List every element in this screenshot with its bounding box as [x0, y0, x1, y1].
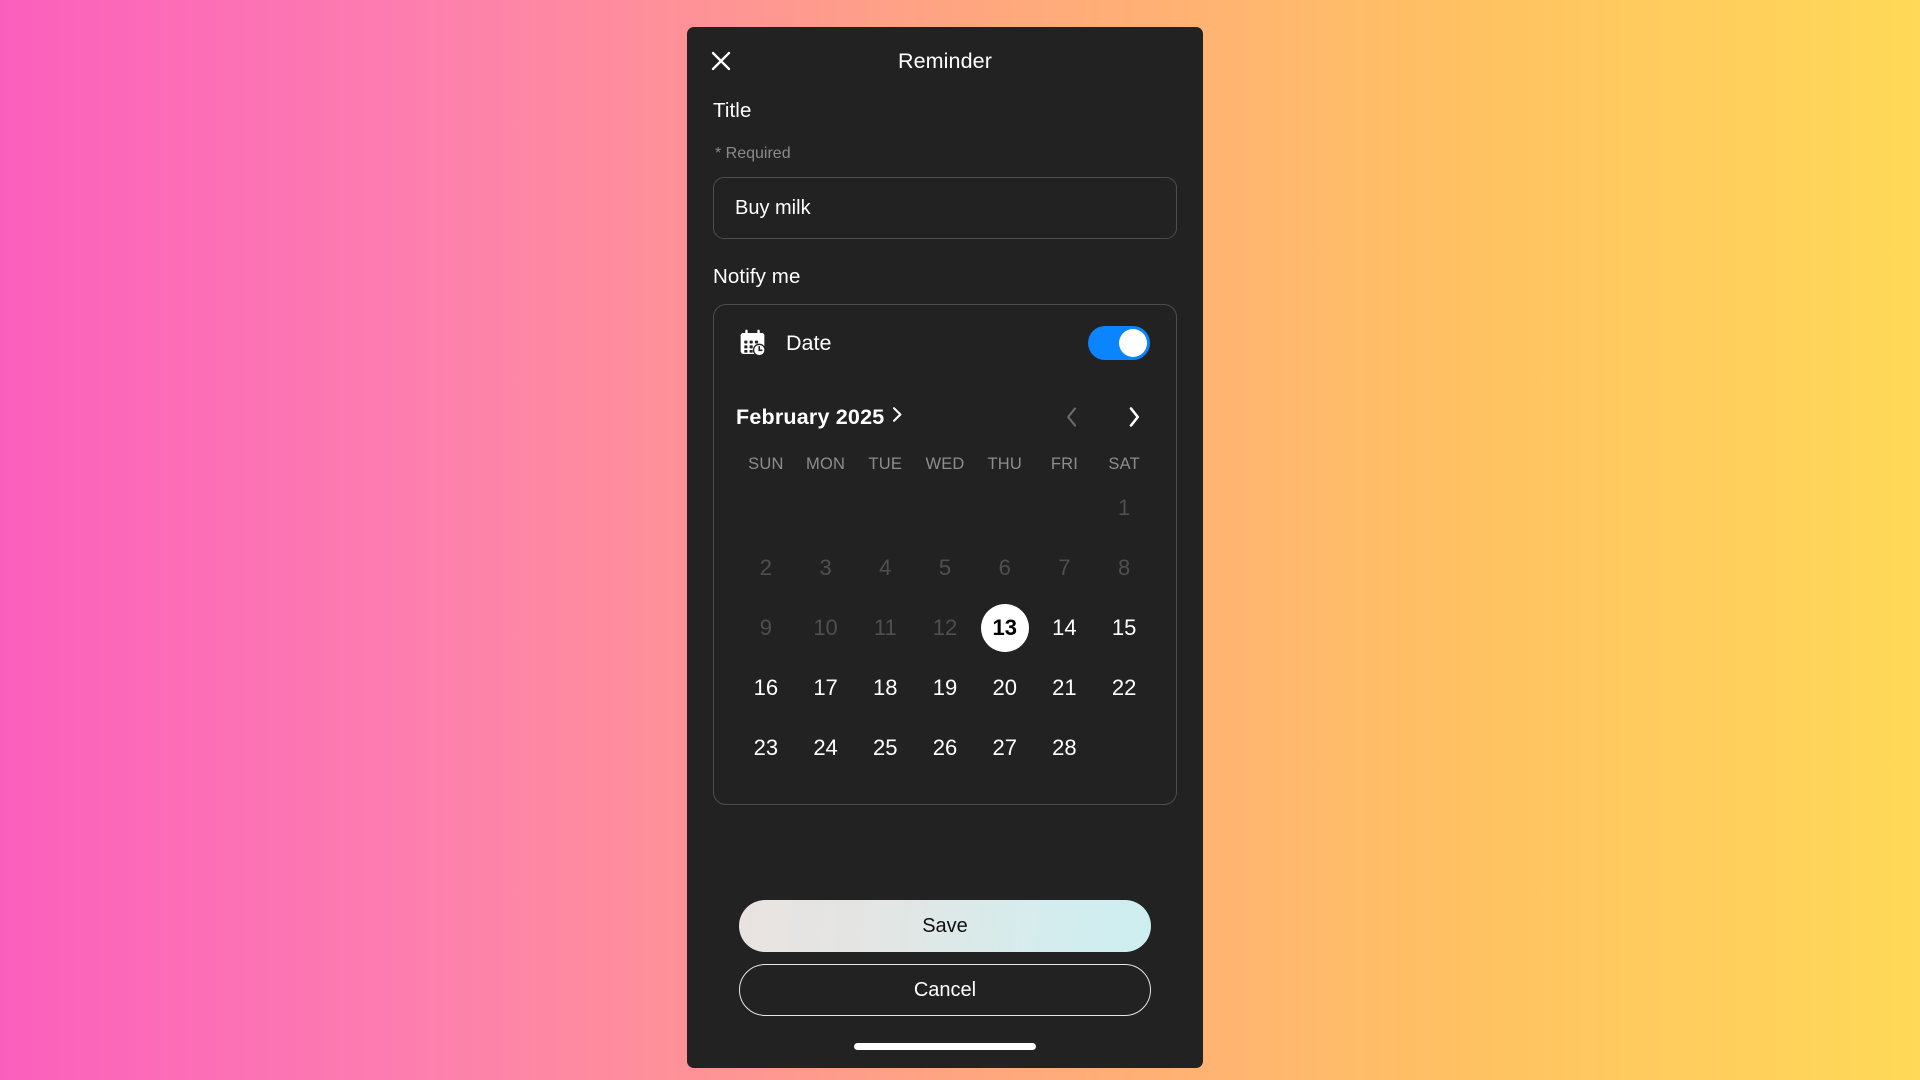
calendar-day-27[interactable]: 27	[975, 718, 1035, 778]
dialog-body: Title * Required // secondary placeholde…	[687, 95, 1203, 1024]
calendar-day-label: 18	[873, 675, 898, 700]
calendar-day-3: 3	[796, 538, 856, 598]
calendar-day-label: 10	[813, 615, 838, 640]
calendar-day-18[interactable]: 18	[855, 658, 915, 718]
calendar-day-label: 4	[879, 555, 892, 580]
calendar-day-label: 23	[753, 735, 779, 760]
weekday-sun: SUN	[748, 455, 784, 473]
calendar-day-label: 16	[753, 675, 779, 700]
calendar-day-6: 6	[975, 538, 1035, 598]
reminder-dialog: Reminder Title * Required // secondary p…	[687, 27, 1203, 1068]
calendar-day-19[interactable]: 19	[915, 658, 975, 718]
calendar-day-7: 7	[1035, 538, 1095, 598]
weekday-sat: SAT	[1108, 455, 1140, 473]
calendar-day-13[interactable]: 13	[975, 598, 1035, 658]
calendar-day-label: 25	[873, 735, 898, 760]
month-year-label: February 2025	[736, 404, 885, 429]
calendar-day-label: 14	[1052, 615, 1077, 640]
date-toggle-row: Date	[714, 305, 1176, 381]
weekday-tue: TUE	[868, 455, 903, 473]
calendar-day-label: 15	[1111, 615, 1137, 640]
date-picker: February 2025 SUN MON TUE WED THU FRI SA…	[714, 391, 1176, 778]
date-row-label: Date	[786, 330, 832, 355]
calendar-day-label: 7	[1058, 555, 1071, 580]
calendar-day-4: 4	[855, 538, 915, 598]
calendar-day-label: 21	[1052, 675, 1077, 700]
required-note: * Required	[715, 145, 791, 162]
save-button[interactable]: Save	[739, 900, 1151, 952]
notify-card: Date February 2025 SUN MON TUE WED THU F…	[713, 304, 1177, 805]
calendar-day-9: 9	[736, 598, 796, 658]
calendar-day-1: 1	[1094, 478, 1154, 538]
calendar-day-label: 11	[873, 615, 897, 640]
calendar-day-label: 26	[932, 735, 958, 760]
calendar-header: February 2025	[736, 391, 1154, 443]
calendar-day-14[interactable]: 14	[1035, 598, 1095, 658]
calendar-day-label: 6	[998, 555, 1011, 580]
calendar-day-label: 3	[819, 555, 832, 580]
calendar-day-10: 10	[796, 598, 856, 658]
weekday-fri: FRI	[1050, 455, 1079, 473]
close-icon[interactable]	[704, 44, 738, 78]
chevron-right-icon	[891, 406, 904, 428]
month-year-selector[interactable]: February 2025	[736, 405, 904, 430]
calendar-day-2: 2	[736, 538, 796, 598]
calendar-day-21[interactable]: 21	[1035, 658, 1095, 718]
calendar-day-label: 20	[992, 675, 1017, 700]
prev-month-button[interactable]	[1061, 402, 1083, 432]
weekday-mon: MON	[806, 455, 846, 473]
calendar-day-23[interactable]: 23	[736, 718, 796, 778]
calendar-day-label: 19	[932, 675, 958, 700]
calendar-day-label: 13	[980, 604, 1029, 652]
title-input[interactable]	[713, 177, 1177, 239]
title-field-label: Title	[713, 99, 752, 122]
calendar-day-grid: 1 2 3 4 5 6 7 8 9 10 11 12 13 14 15 16 17 18 19 20 21 22 23 24 2…	[736, 478, 1154, 778]
calendar-day-25[interactable]: 25	[855, 718, 915, 778]
calendar-day-label: 12	[932, 615, 958, 640]
calendar-day-24[interactable]: 24	[796, 718, 856, 778]
calendar-day-16[interactable]: 16	[736, 658, 796, 718]
calendar-day-17[interactable]: 17	[796, 658, 856, 718]
dialog-actions: Save Cancel	[713, 900, 1177, 1024]
calendar-day-15[interactable]: 15	[1094, 598, 1154, 658]
notify-me-label: Notify me	[713, 265, 801, 288]
dialog-titlebar: Reminder	[687, 27, 1203, 95]
calendar-day-label: 17	[813, 675, 838, 700]
cancel-button[interactable]: Cancel	[739, 964, 1151, 1016]
calendar-day-label: 28	[1052, 735, 1077, 760]
home-indicator-area	[687, 1024, 1203, 1068]
calendar-day-11: 11	[855, 598, 915, 658]
calendar-nav	[1061, 402, 1154, 432]
calendar-day-28[interactable]: 28	[1035, 718, 1095, 778]
toggle-knob	[1119, 329, 1147, 357]
calendar-day-26[interactable]: 26	[915, 718, 975, 778]
calendar-day-22[interactable]: 22	[1094, 658, 1154, 718]
calendar-day-5: 5	[915, 538, 975, 598]
calendar-day-20[interactable]: 20	[975, 658, 1035, 718]
calendar-day-label: 27	[992, 735, 1017, 760]
date-toggle-switch[interactable]	[1088, 326, 1150, 360]
calendar-clock-icon	[738, 329, 767, 358]
calendar-day-8: 8	[1094, 538, 1154, 598]
weekday-header-row: SUN MON TUE WED THU FRI SAT	[736, 455, 1154, 474]
calendar-day-label: 22	[1111, 675, 1137, 700]
calendar-day-label: 8	[1118, 555, 1131, 580]
weekday-thu: THU	[987, 455, 1022, 473]
next-month-button[interactable]	[1123, 402, 1145, 432]
calendar-day-label: 24	[813, 735, 838, 760]
calendar-day-12: 12	[915, 598, 975, 658]
calendar-day-label: 2	[759, 555, 772, 580]
home-indicator	[854, 1042, 1036, 1050]
weekday-wed: WED	[925, 455, 965, 473]
calendar-day-label: 1	[1118, 495, 1131, 520]
calendar-day-label: 9	[759, 615, 772, 640]
page-title: Reminder	[897, 48, 992, 73]
calendar-day-label: 5	[938, 555, 952, 580]
